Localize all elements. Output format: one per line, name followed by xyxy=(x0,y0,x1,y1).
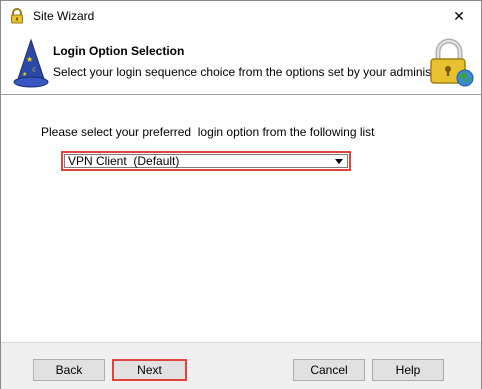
selected-option: VPN Client (Default) xyxy=(68,154,180,168)
lock-globe-icon xyxy=(430,38,474,87)
wizard-hat-icon: ★ ☾ ★ xyxy=(13,38,49,88)
login-option-dropdown[interactable]: VPN Client (Default) xyxy=(61,151,351,171)
wizard-header: ★ ☾ ★ Login Option Selection Select your… xyxy=(1,32,481,95)
chevron-down-icon[interactable] xyxy=(335,159,343,164)
close-icon: ✕ xyxy=(453,8,465,24)
padlock-icon xyxy=(11,8,23,24)
instruction-label: Please select your preferred login optio… xyxy=(41,125,375,139)
svg-text:★: ★ xyxy=(26,55,33,64)
title-bar: Site Wizard ✕ xyxy=(1,1,481,32)
wizard-content: Please select your preferred login optio… xyxy=(1,95,481,342)
help-button[interactable]: Help xyxy=(372,359,444,381)
site-wizard-window: Site Wizard ✕ ★ ☾ ★ Login Option Selecti… xyxy=(0,0,482,389)
page-subtitle: Select your login sequence choice from t… xyxy=(53,65,460,79)
dropdown-field[interactable]: VPN Client (Default) xyxy=(64,154,348,168)
svg-text:☾: ☾ xyxy=(32,66,38,74)
cancel-button[interactable]: Cancel xyxy=(293,359,365,381)
close-button[interactable]: ✕ xyxy=(437,1,481,32)
window-title: Site Wizard xyxy=(33,9,95,23)
back-button[interactable]: Back xyxy=(33,359,105,381)
next-button[interactable]: Next xyxy=(112,359,187,381)
page-title: Login Option Selection xyxy=(53,44,185,58)
svg-text:★: ★ xyxy=(22,71,27,78)
button-bar: Back Next Cancel Help xyxy=(1,342,481,389)
